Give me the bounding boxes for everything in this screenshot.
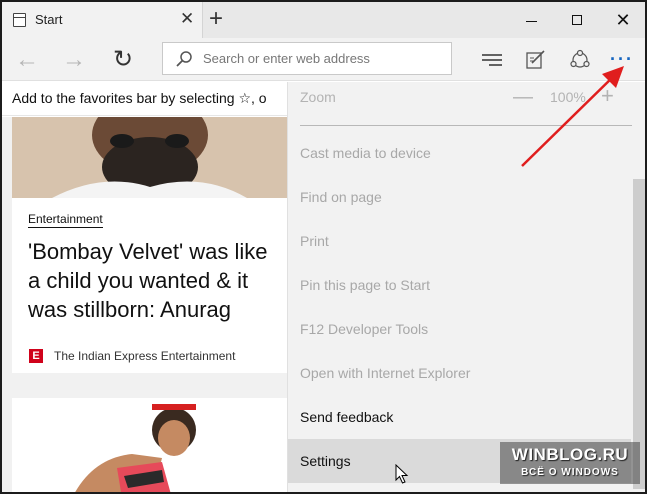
article-photo xyxy=(12,117,287,198)
address-placeholder: Search or enter web address xyxy=(203,51,370,66)
menu-item-open-with-ie[interactable]: Open with Internet Explorer xyxy=(288,351,631,395)
menu-item-print[interactable]: Print xyxy=(288,219,631,263)
article-photo-2 xyxy=(12,398,287,492)
article-category-link[interactable]: Entertainment xyxy=(28,212,103,228)
forward-button[interactable]: → xyxy=(57,38,91,81)
menu-item-developer-tools[interactable]: F12 Developer Tools xyxy=(288,307,631,351)
minimize-button[interactable] xyxy=(508,2,554,38)
tab-title: Start xyxy=(35,12,63,27)
favorites-bar: Add to the favorites bar by selecting ☆,… xyxy=(2,82,287,116)
tab-start[interactable]: Start ✕ xyxy=(2,2,203,38)
hub-button[interactable] xyxy=(476,38,508,81)
search-icon xyxy=(176,51,192,67)
article-source: The Indian Express Entertainment xyxy=(54,349,236,363)
hub-icon xyxy=(482,53,502,66)
source-logo-icon: E xyxy=(29,349,43,363)
close-window-button[interactable]: ✕ xyxy=(600,2,645,38)
watermark-subtitle: ВСЁ О WINDOWS xyxy=(521,467,619,478)
news-card-2[interactable] xyxy=(12,398,287,492)
refresh-icon: ↻ xyxy=(112,46,134,73)
page-content: Entertainment 'Bombay Velvet' was like a… xyxy=(2,117,287,492)
maximize-icon xyxy=(572,15,582,25)
address-bar[interactable]: Search or enter web address xyxy=(162,42,452,75)
menu-item-find-on-page[interactable]: Find on page xyxy=(288,175,631,219)
tab-close-icon[interactable]: ✕ xyxy=(180,9,194,29)
title-bar: Start ✕ + ✕ xyxy=(2,2,645,38)
minimize-icon xyxy=(525,20,537,22)
annotation-arrow xyxy=(521,66,624,167)
page-icon xyxy=(13,13,26,27)
new-tab-icon[interactable]: + xyxy=(209,6,223,32)
mouse-cursor-icon xyxy=(395,464,409,484)
refresh-button[interactable]: ↻ xyxy=(106,38,140,81)
watermark-title: WINBLOG.RU xyxy=(511,445,629,464)
close-icon: ✕ xyxy=(615,10,631,30)
menu-item-pin-to-start[interactable]: Pin this page to Start xyxy=(288,263,631,307)
zoom-label: Zoom xyxy=(300,89,336,105)
back-button[interactable]: ← xyxy=(10,38,44,81)
news-card[interactable]: Entertainment 'Bombay Velvet' was like a… xyxy=(12,117,287,373)
menu-item-send-feedback[interactable]: Send feedback xyxy=(288,395,631,439)
favorites-bar-hint: Add to the favorites bar by selecting ☆,… xyxy=(12,90,267,106)
back-arrow-icon: ← xyxy=(15,45,39,73)
browser-window: Start ✕ + ✕ ← → ↻ Search or enter web ad… xyxy=(0,0,647,494)
maximize-button[interactable] xyxy=(554,2,600,38)
watermark-logo: WINBLOG.RU ВСЁ О WINDOWS xyxy=(500,442,640,484)
forward-arrow-icon: → xyxy=(62,45,86,73)
article-headline[interactable]: 'Bombay Velvet' was like a child you wan… xyxy=(28,237,283,324)
